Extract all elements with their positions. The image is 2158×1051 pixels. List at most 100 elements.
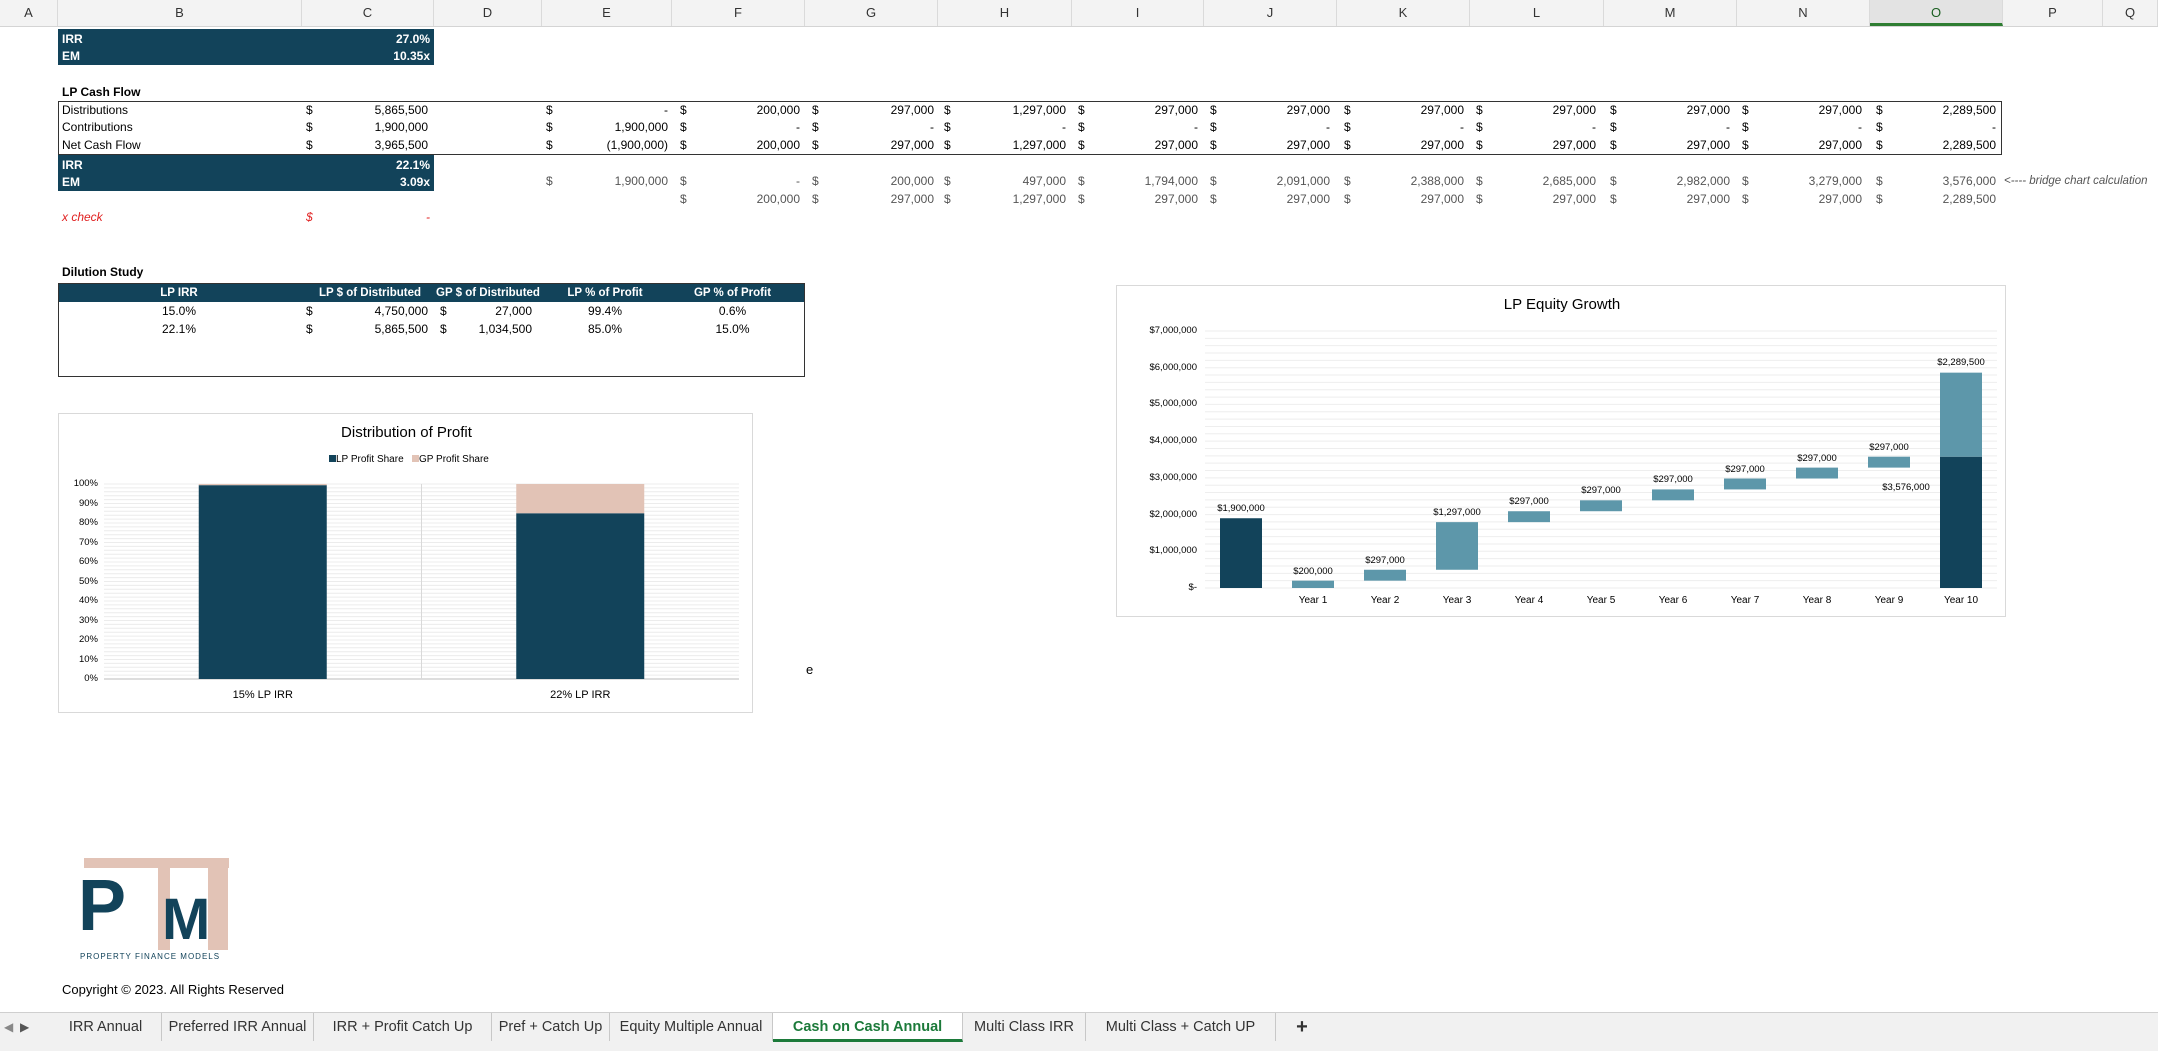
column-header-q[interactable]: Q xyxy=(2103,0,2158,26)
bridge-cell-row2[interactable]: 297,000 xyxy=(1620,191,1730,208)
equity-bar[interactable] xyxy=(1364,570,1406,581)
lpcf-cell[interactable]: - xyxy=(558,102,668,119)
bridge-cell-row2[interactable]: 297,000 xyxy=(1752,191,1862,208)
dilution-gp-pct[interactable]: 0.6% xyxy=(660,303,805,320)
equity-year10-base-bar[interactable] xyxy=(1940,457,1982,588)
top-em-value[interactable]: 10.35x xyxy=(330,48,430,65)
column-header-g[interactable]: G xyxy=(805,0,938,26)
equity-bar[interactable] xyxy=(1436,522,1478,570)
dilution-gp-dist[interactable]: 1,034,500 xyxy=(450,321,532,338)
sheet-tab[interactable]: IRR Annual xyxy=(50,1013,162,1041)
equity-bar[interactable] xyxy=(1796,468,1838,479)
lpcf-cell[interactable]: - xyxy=(1486,119,1596,136)
equity-bar[interactable] xyxy=(1508,511,1550,522)
lpcf-total[interactable]: 3,965,500 xyxy=(330,137,428,154)
column-header-h[interactable]: H xyxy=(938,0,1072,26)
bridge-cell-row2[interactable]: 297,000 xyxy=(1088,191,1198,208)
lpcf-cell[interactable]: 1,297,000 xyxy=(956,137,1066,154)
bridge-cell-row1[interactable]: 1,900,000 xyxy=(558,173,668,190)
bridge-cell-row2[interactable]: 200,000 xyxy=(690,191,800,208)
bridge-cell-row1[interactable]: 200,000 xyxy=(824,173,934,190)
sheet-tab[interactable]: Multi Class IRR xyxy=(963,1013,1086,1041)
lpcf-cell[interactable]: 200,000 xyxy=(690,102,800,119)
dilution-lp-dist[interactable]: 4,750,000 xyxy=(330,303,428,320)
add-sheet-button[interactable]: + xyxy=(1282,1013,1322,1041)
lpcf-cell[interactable]: (1,900,000) xyxy=(558,137,668,154)
bridge-cell-row1[interactable]: 1,794,000 xyxy=(1088,173,1198,190)
equity-bar[interactable] xyxy=(1724,479,1766,490)
lpcf-cell[interactable]: - xyxy=(1620,119,1730,136)
lpcf-cell[interactable]: 297,000 xyxy=(1620,137,1730,154)
bridge-cell-row1[interactable]: 2,685,000 xyxy=(1486,173,1596,190)
lpcf-cell[interactable]: 200,000 xyxy=(690,137,800,154)
lpcf-cell[interactable]: - xyxy=(1220,119,1330,136)
bridge-cell-row2[interactable]: 297,000 xyxy=(1486,191,1596,208)
dilution-lp-dist[interactable]: 5,865,500 xyxy=(330,321,428,338)
lpcf-cell[interactable]: 2,289,500 xyxy=(1886,137,1996,154)
lpcf-cell[interactable]: 297,000 xyxy=(824,137,934,154)
dilution-gp-pct[interactable]: 15.0% xyxy=(660,321,805,338)
bridge-cell-row2[interactable]: 297,000 xyxy=(1354,191,1464,208)
bridge-cell-row2[interactable]: 297,000 xyxy=(1220,191,1330,208)
bridge-cell-row2[interactable]: 297,000 xyxy=(824,191,934,208)
bridge-cell-row1[interactable]: 2,091,000 xyxy=(1220,173,1330,190)
lp-irr-value[interactable]: 22.1% xyxy=(330,157,430,174)
column-header-i[interactable]: I xyxy=(1072,0,1204,26)
sheet-tab[interactable]: Pref + Catch Up xyxy=(492,1013,610,1041)
lpcf-cell[interactable]: 297,000 xyxy=(1752,102,1862,119)
tab-scroll-left-icon[interactable]: ◀ xyxy=(4,1020,13,1034)
bridge-cell-row2[interactable]: 1,297,000 xyxy=(956,191,1066,208)
lpcf-cell[interactable]: - xyxy=(1752,119,1862,136)
lpcf-cell[interactable]: 297,000 xyxy=(1088,102,1198,119)
dilution-lp-irr[interactable]: 22.1% xyxy=(59,321,299,338)
lpcf-cell[interactable]: 1,297,000 xyxy=(956,102,1066,119)
column-header-b[interactable]: B xyxy=(58,0,302,26)
bridge-cell-row1[interactable]: 3,279,000 xyxy=(1752,173,1862,190)
equity-bar[interactable] xyxy=(1580,500,1622,511)
distribution-of-profit-chart[interactable]: Distribution of Profit LP Profit Share G… xyxy=(58,413,753,713)
tab-scroll-right-icon[interactable]: ▶ xyxy=(20,1020,29,1034)
equity-bar[interactable] xyxy=(1292,581,1334,588)
lpcf-cell[interactable]: 297,000 xyxy=(1354,102,1464,119)
equity-bar[interactable] xyxy=(1868,457,1910,468)
lpcf-cell[interactable]: 297,000 xyxy=(1486,137,1596,154)
lpcf-cell[interactable]: - xyxy=(956,119,1066,136)
lpcf-cell[interactable]: 297,000 xyxy=(1220,102,1330,119)
gp-profit-bar[interactable] xyxy=(199,484,327,485)
column-header-f[interactable]: F xyxy=(672,0,805,26)
lpcf-cell[interactable]: 2,289,500 xyxy=(1886,102,1996,119)
bridge-cell-row1[interactable]: 2,982,000 xyxy=(1620,173,1730,190)
bridge-cell-row1[interactable]: 3,576,000 xyxy=(1886,173,1996,190)
sheet-tab[interactable]: Preferred IRR Annual xyxy=(162,1013,314,1041)
dilution-lp-pct[interactable]: 85.0% xyxy=(550,321,660,338)
column-header-d[interactable]: D xyxy=(434,0,542,26)
column-header-l[interactable]: L xyxy=(1470,0,1604,26)
dilution-lp-pct[interactable]: 99.4% xyxy=(550,303,660,320)
sheet-tab[interactable]: Equity Multiple Annual xyxy=(610,1013,773,1041)
lpcf-cell[interactable]: 1,900,000 xyxy=(558,119,668,136)
lp-equity-growth-chart[interactable]: LP Equity Growth $7,000,000$6,000,000$5,… xyxy=(1116,285,2006,617)
lp-em-value[interactable]: 3.09x xyxy=(330,174,430,191)
lpcf-total[interactable]: 1,900,000 xyxy=(330,119,428,136)
dilution-gp-dist[interactable]: 27,000 xyxy=(450,303,532,320)
lpcf-cell[interactable]: 297,000 xyxy=(1486,102,1596,119)
sheet-tab[interactable]: IRR + Profit Catch Up xyxy=(314,1013,492,1041)
column-header-j[interactable]: J xyxy=(1204,0,1337,26)
lpcf-cell[interactable]: - xyxy=(1886,119,1996,136)
lpcf-cell[interactable]: 297,000 xyxy=(1088,137,1198,154)
lp-profit-bar[interactable] xyxy=(199,485,327,679)
lpcf-cell[interactable]: - xyxy=(1088,119,1198,136)
equity-year10-step-bar[interactable] xyxy=(1940,373,1982,457)
dilution-lp-irr[interactable]: 15.0% xyxy=(59,303,299,320)
bridge-cell-row1[interactable]: 497,000 xyxy=(956,173,1066,190)
lpcf-cell[interactable]: - xyxy=(690,119,800,136)
bridge-cell-row1[interactable]: 2,388,000 xyxy=(1354,173,1464,190)
equity-bar[interactable] xyxy=(1652,489,1694,500)
column-header-p[interactable]: P xyxy=(2003,0,2103,26)
column-header-m[interactable]: M xyxy=(1604,0,1737,26)
column-header-k[interactable]: K xyxy=(1337,0,1470,26)
bridge-cell-row1[interactable]: - xyxy=(690,173,800,190)
gp-profit-bar[interactable] xyxy=(516,484,644,513)
lpcf-cell[interactable]: - xyxy=(1354,119,1464,136)
top-irr-value[interactable]: 27.0% xyxy=(330,31,430,48)
